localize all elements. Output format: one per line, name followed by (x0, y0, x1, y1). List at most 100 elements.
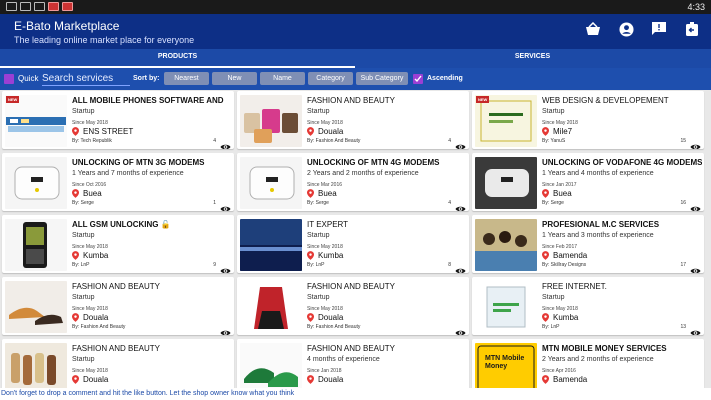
view-button[interactable] (690, 262, 701, 273)
tab-services[interactable]: SERVICES (355, 49, 710, 68)
view-button[interactable] (220, 324, 231, 335)
notification-icon (34, 2, 45, 11)
notification-icon (62, 2, 73, 11)
location-text: Douala (83, 313, 109, 322)
footer-hint: Don't forget to drop a comment and hit t… (0, 388, 711, 400)
service-owner: By: YanuS (542, 138, 566, 144)
filter-bar: Quick Sort by: Nearest New Name Category… (0, 68, 711, 90)
location-pin-icon (307, 313, 314, 322)
location-text: Buea (318, 189, 337, 198)
service-title: UNLOCKING OF MTN 3G MODEMS (72, 158, 205, 167)
service-card[interactable]: UNLOCKING OF VODAFONE 4G MODEMS 1 Years a… (472, 153, 704, 211)
account-icon (618, 21, 634, 37)
location-pin-icon (72, 189, 79, 198)
service-title: FREE INTERNET. (542, 282, 607, 291)
service-thumbnail (240, 95, 302, 147)
service-status: Startup (72, 108, 95, 115)
service-status: 1 Years and 3 months of experience (542, 232, 654, 239)
service-card[interactable]: ALL GSM UNLOCKING 🔓 Startup Since May 2018… (2, 215, 234, 273)
account-button[interactable] (617, 20, 635, 38)
service-location: Douala (307, 127, 343, 136)
view-button[interactable] (690, 200, 701, 211)
service-title: FASHION AND BEAUTY (307, 96, 396, 105)
eye-icon (455, 330, 466, 335)
ascending-label: Ascending (427, 75, 463, 82)
service-owner: By: LnP (72, 262, 90, 268)
service-thumbnail (240, 157, 302, 209)
location-text: Douala (318, 375, 344, 384)
service-location: Douala (72, 313, 108, 322)
location-text: ENS STREET (83, 127, 134, 136)
sort-new-button[interactable]: New (212, 72, 257, 85)
service-since: Since May 2018 (307, 306, 343, 312)
service-status: Startup (307, 108, 330, 115)
sort-name-button[interactable]: Name (260, 72, 305, 85)
basket-button[interactable] (584, 20, 602, 38)
service-card[interactable]: NEW WEB DESIGN & DEVELOPEMENT Startup Since… (472, 91, 704, 149)
service-card[interactable]: IT EXPERT Startup Since May 2018 Kumba By: L… (237, 215, 469, 273)
service-since: Since Apr 2016 (542, 368, 576, 374)
view-button[interactable] (220, 200, 231, 211)
service-location: Douala (72, 375, 108, 384)
service-status: 2 Years and 2 months of experience (542, 356, 654, 363)
view-button[interactable] (220, 138, 231, 149)
service-since: Since May 2018 (72, 368, 108, 374)
notification-icons (6, 2, 73, 11)
view-count: 16 (680, 200, 686, 206)
tab-products[interactable]: PRODUCTS (0, 49, 355, 68)
view-button[interactable] (455, 200, 466, 211)
location-pin-icon (542, 251, 549, 260)
location-pin-icon (307, 251, 314, 260)
service-card[interactable]: PROFESIONAL M.C SERVICES 1 Years and 3 mo… (472, 215, 704, 273)
service-location: Bamenda (542, 251, 587, 260)
service-since: Since May 2018 (307, 244, 343, 250)
exit-button[interactable] (683, 20, 701, 38)
sort-subcategory-button[interactable]: Sub Category (356, 72, 408, 85)
sort-category-button[interactable]: Category (308, 72, 353, 85)
service-card[interactable]: FASHION AND BEAUTY Startup Since May 2018 D… (2, 277, 234, 335)
service-location: Buea (72, 189, 102, 198)
location-pin-icon (72, 313, 79, 322)
view-button[interactable] (690, 138, 701, 149)
service-card[interactable]: UNLOCKING OF MTN 3G MODEMS 1 Years and 7 … (2, 153, 234, 211)
service-card[interactable]: FREE INTERNET. Startup Since May 2018 Kumba… (472, 277, 704, 335)
view-button[interactable] (220, 262, 231, 273)
location-pin-icon (542, 375, 549, 384)
service-card[interactable]: UNLOCKING OF MTN 4G MODEMS 2 Years and 2 … (237, 153, 469, 211)
view-count: 17 (680, 262, 686, 268)
service-owner: By: Tech Republik (72, 138, 112, 144)
quick-checkbox[interactable] (4, 74, 14, 84)
location-text: Kumba (318, 251, 344, 260)
feedback-button[interactable] (650, 20, 668, 38)
view-button[interactable] (690, 324, 701, 335)
service-owner: By: LnP (307, 262, 325, 268)
service-card[interactable]: FASHION AND BEAUTY Startup Since May 2018 D… (237, 91, 469, 149)
service-title: ALL GSM UNLOCKING 🔓 (72, 220, 171, 229)
ascending-checkbox[interactable] (413, 74, 423, 84)
service-title: FASHION AND BEAUTY (72, 282, 161, 291)
notification-icon (6, 2, 17, 11)
service-location: Bamenda (542, 375, 587, 384)
search-input[interactable] (42, 71, 130, 86)
view-button[interactable] (455, 262, 466, 273)
service-thumbnail: NEW (475, 95, 537, 147)
view-button[interactable] (455, 138, 466, 149)
service-location: Buea (542, 189, 572, 198)
view-count: 4 (448, 200, 451, 206)
status-bar: 4:33 (0, 0, 711, 14)
view-count: 9 (213, 262, 216, 268)
sort-nearest-button[interactable]: Nearest (164, 72, 209, 85)
view-button[interactable] (455, 324, 466, 335)
service-location: Mile7 (542, 127, 572, 136)
service-card[interactable]: NEW ALL MOBILE PHONES SOFTWARE AND Startup… (2, 91, 234, 149)
service-since: Since May 2018 (542, 120, 578, 126)
location-text: Douala (83, 375, 109, 384)
eye-icon (455, 268, 466, 273)
service-thumbnail (5, 157, 67, 209)
location-pin-icon (72, 127, 79, 136)
service-card[interactable]: FASHION AND BEAUTY Startup Since May 2018 D… (237, 277, 469, 335)
location-pin-icon (307, 375, 314, 384)
location-pin-icon (542, 127, 549, 136)
eye-icon (220, 330, 231, 335)
location-pin-icon (307, 189, 314, 198)
